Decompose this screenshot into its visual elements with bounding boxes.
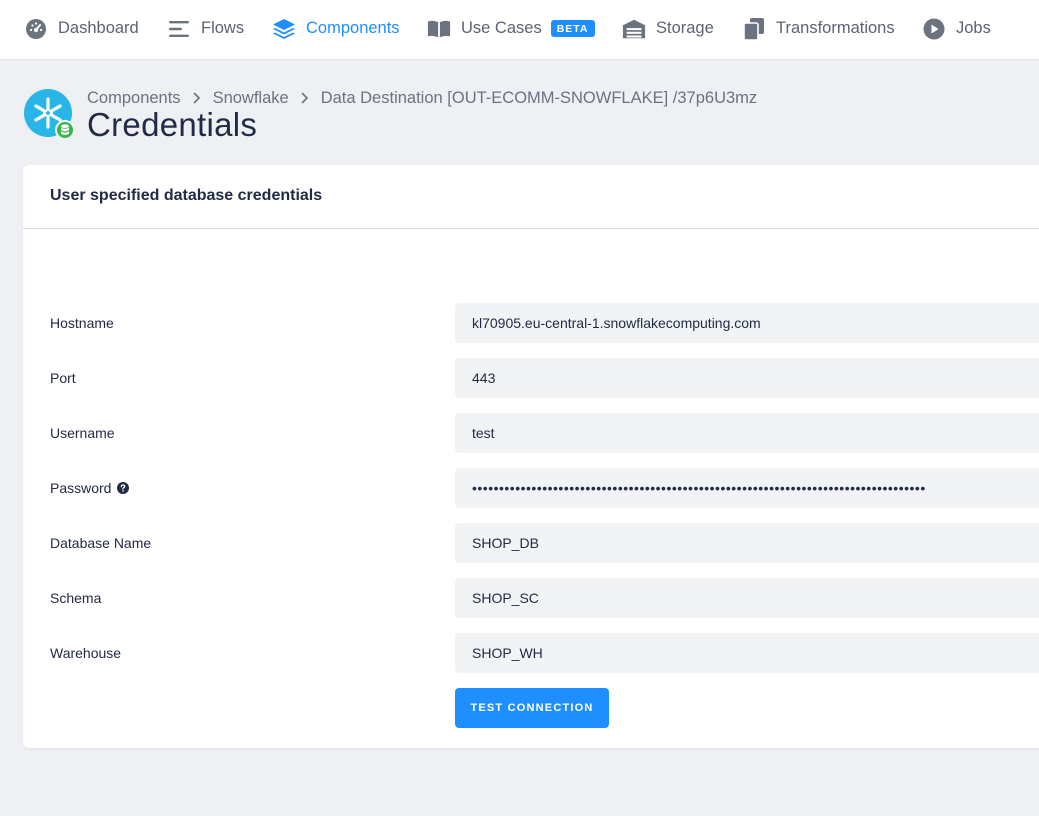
flows-lines-icon xyxy=(167,17,191,41)
nav-label-flows: Flows xyxy=(201,19,245,37)
username-label: Username xyxy=(50,425,115,441)
breadcrumb-components[interactable]: Components xyxy=(87,89,181,108)
card-header: User specified database credentials xyxy=(23,165,1039,229)
database-icon xyxy=(55,120,75,140)
port-label: Port xyxy=(50,370,76,386)
schema-input[interactable] xyxy=(455,578,1039,618)
schema-label: Schema xyxy=(50,590,102,606)
hostname-label: Hostname xyxy=(50,315,114,331)
password-label-text: Password xyxy=(50,480,112,496)
warehouse-input[interactable] xyxy=(455,633,1039,673)
test-connection-button[interactable]: TEST CONNECTION xyxy=(455,688,609,728)
play-circle-icon xyxy=(922,17,946,41)
database-name-label: Database Name xyxy=(50,535,152,551)
layers-icon xyxy=(272,17,296,41)
nav-label-components: Components xyxy=(306,19,400,37)
port-input[interactable] xyxy=(455,358,1039,398)
breadcrumb-current-config[interactable]: Data Destination [OUT-ECOMM-SNOWFLAKE] /… xyxy=(321,89,757,108)
password-input[interactable] xyxy=(455,468,1039,508)
hostname-input[interactable] xyxy=(455,303,1039,343)
book-open-icon xyxy=(427,17,451,41)
copy-files-icon xyxy=(742,17,766,41)
breadcrumb-snowflake[interactable]: Snowflake xyxy=(213,89,289,108)
nav-label-dashboard: Dashboard xyxy=(58,19,139,37)
nav-item-transformations[interactable]: Transformations xyxy=(742,0,895,57)
beta-badge: BETA xyxy=(550,20,595,37)
nav-item-storage[interactable]: Storage xyxy=(622,0,714,57)
breadcrumb: Components Snowflake Data Destination [O… xyxy=(87,88,757,108)
username-input[interactable] xyxy=(455,413,1039,453)
nav-label-transformations: Transformations xyxy=(776,19,895,37)
database-name-input[interactable] xyxy=(455,523,1039,563)
nav-item-use-cases[interactable]: Use Cases BETA xyxy=(427,0,595,57)
dashboard-gauge-icon xyxy=(24,17,48,41)
nav-item-dashboard[interactable]: Dashboard xyxy=(24,0,139,57)
warehouse-label: Warehouse xyxy=(50,645,122,661)
storage-warehouse-icon xyxy=(622,17,646,41)
top-navigation: Dashboard Flows Components Use Cases BET… xyxy=(0,0,1039,60)
nav-label-storage: Storage xyxy=(656,19,714,37)
credentials-card: User specified database credentials Host… xyxy=(23,165,1039,748)
nav-label-use-cases: Use Cases xyxy=(461,19,542,37)
nav-label-jobs: Jobs xyxy=(956,19,991,37)
chevron-right-icon xyxy=(193,92,201,104)
card-title: User specified database credentials xyxy=(50,187,323,204)
page-title: Credentials xyxy=(87,106,258,143)
question-circle-icon[interactable] xyxy=(117,482,130,494)
nav-item-jobs[interactable]: Jobs xyxy=(922,0,991,57)
nav-item-components[interactable]: Components xyxy=(272,0,400,57)
chevron-right-icon xyxy=(301,92,309,104)
nav-item-flows[interactable]: Flows xyxy=(167,0,244,57)
password-label: Password xyxy=(50,480,130,496)
